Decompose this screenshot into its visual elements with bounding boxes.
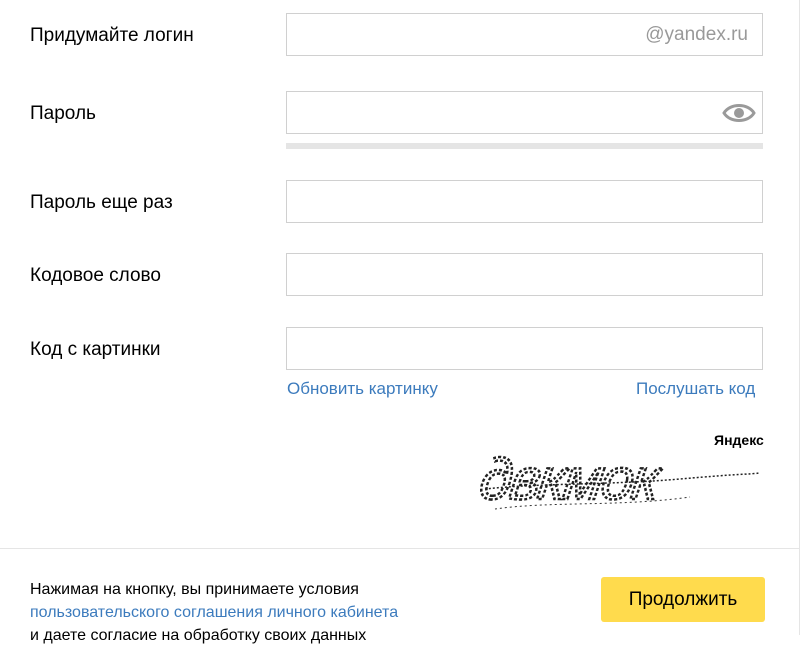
user-agreement-link[interactable]: пользовательского соглашения личного каб…	[30, 604, 398, 621]
login-domain-suffix: @yandex.ru	[645, 24, 748, 45]
captcha-brand: Яндекс	[714, 432, 764, 448]
code-word-label: Кодовое слово	[30, 265, 161, 286]
password-input[interactable]	[287, 92, 762, 133]
password-repeat-field[interactable]	[286, 180, 763, 223]
captcha-text: двкмок	[480, 447, 667, 512]
login-label: Придумайте логин	[30, 25, 194, 46]
password-field[interactable]	[286, 91, 763, 134]
captcha-image: Яндекс двкмок	[480, 432, 764, 513]
password-strength-bar	[286, 143, 763, 149]
terms-line-1: Нажимая на кнопку, вы принимаете условия	[30, 581, 359, 598]
password-repeat-input[interactable]	[287, 181, 762, 222]
login-field[interactable]: @yandex.ru	[286, 13, 763, 56]
registration-form: Придумайте логин @yandex.ru Пароль Парол…	[0, 0, 800, 644]
refresh-captcha-link[interactable]: Обновить картинку	[287, 379, 438, 399]
terms-line-3: и даете согласие на обработку своих данн…	[30, 627, 367, 644]
captcha-label: Код с картинки	[30, 339, 161, 360]
footer-divider	[0, 548, 799, 549]
code-word-input[interactable]	[287, 254, 762, 295]
terms-text: Нажимая на кнопку, вы принимаете условия…	[30, 578, 470, 647]
password-label: Пароль	[30, 103, 96, 124]
captcha-input[interactable]	[287, 328, 762, 369]
captcha-field[interactable]	[286, 327, 763, 370]
eye-icon[interactable]	[722, 100, 756, 126]
code-word-field[interactable]	[286, 253, 763, 296]
listen-captcha-link[interactable]: Послушать код	[636, 379, 755, 399]
continue-button[interactable]: Продолжить	[601, 577, 765, 622]
password-repeat-label: Пароль еще раз	[30, 192, 173, 213]
